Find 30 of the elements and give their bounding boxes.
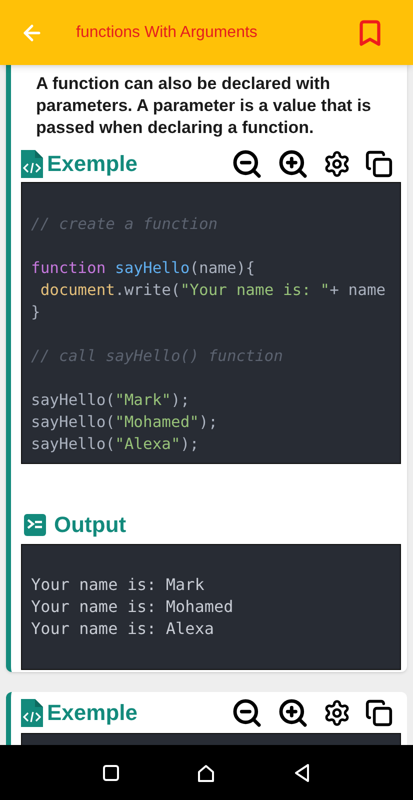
code-file-icon — [21, 698, 43, 726]
back-nav-icon[interactable] — [294, 764, 310, 782]
code-line: // create a function — [31, 214, 218, 235]
zoom-in-icon[interactable] — [277, 148, 309, 180]
code-line: function sayHello(name){ — [31, 258, 255, 279]
page-title: functions With Arguments — [76, 22, 258, 42]
copy-icon[interactable] — [365, 150, 393, 178]
code-line: } — [31, 302, 40, 323]
settings-icon[interactable] — [323, 698, 351, 726]
code-line: sayHello("Alexa"); — [31, 434, 199, 455]
section-heading: Output — [54, 511, 126, 539]
code-line: sayHello("Mark"); — [31, 390, 190, 411]
zoom-out-icon[interactable] — [231, 148, 263, 180]
section-heading: Exemple — [47, 150, 138, 178]
home-icon[interactable] — [197, 764, 216, 782]
output-line: Your name is: Mark — [31, 574, 204, 596]
settings-icon[interactable] — [323, 150, 351, 178]
code-line: // call sayHello() function — [31, 346, 283, 367]
recent-apps-icon[interactable] — [103, 764, 120, 780]
output-line: Your name is: Alexa — [31, 618, 214, 640]
zoom-out-icon[interactable] — [231, 696, 263, 728]
code-line: document.write("Your name is: "+ name — [39, 280, 386, 301]
section-heading: Exemple — [47, 699, 138, 727]
zoom-in-icon[interactable] — [277, 696, 309, 728]
code-file-icon — [21, 150, 43, 178]
output-line: Your name is: Mohamed — [31, 596, 234, 618]
code-line: sayHello("Mohamed"); — [31, 412, 218, 433]
terminal-icon — [24, 514, 46, 536]
description-text: A function can also be declared with parameters. A parameter is a value that is passed when declaring a function. — [35, 73, 372, 139]
copy-icon[interactable] — [365, 698, 393, 726]
